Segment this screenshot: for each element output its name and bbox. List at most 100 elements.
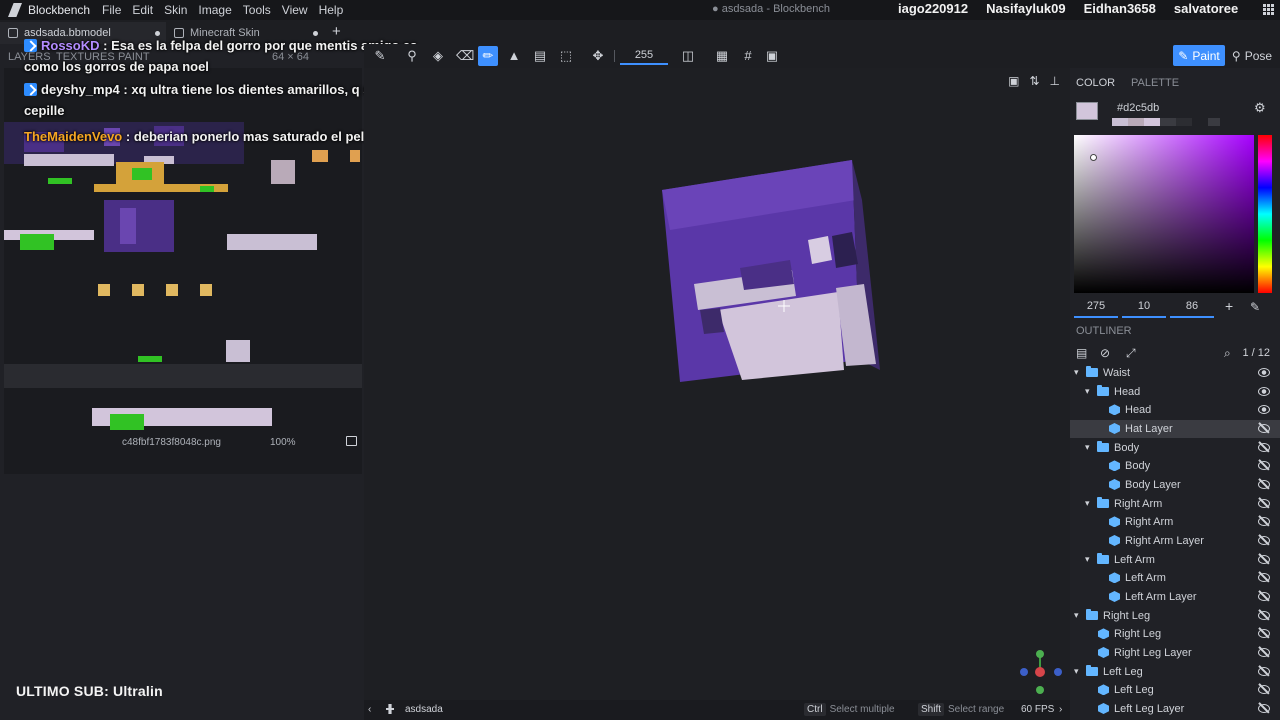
screenshot-icon[interactable]: ▣ — [1008, 74, 1019, 88]
gear-icon[interactable]: ⚙ — [1254, 100, 1266, 116]
fill-bucket-icon[interactable]: ◈ — [430, 48, 446, 64]
current-color-swatch[interactable] — [1076, 102, 1098, 120]
recent-color-swatch[interactable] — [1160, 118, 1176, 126]
brush-size-input[interactable]: 255 — [620, 47, 668, 65]
hue-input[interactable]: 275 — [1074, 300, 1118, 318]
z-neg-handle[interactable] — [1020, 668, 1028, 676]
outliner-group-row[interactable]: ▾ Left Leg — [1070, 663, 1280, 681]
eye-off-icon[interactable] — [1258, 666, 1270, 676]
outliner-cube-row[interactable]: Right Leg — [1070, 625, 1280, 643]
expand-chevron-icon[interactable]: › — [1059, 704, 1062, 715]
z-axis-handle[interactable] — [1054, 668, 1062, 676]
outliner-cube-row[interactable]: Right Arm Layer — [1070, 532, 1280, 550]
recent-color-swatch[interactable] — [1176, 118, 1192, 126]
eye-off-icon[interactable] — [1258, 704, 1270, 714]
hide-all-icon[interactable]: ⊘ — [1100, 346, 1110, 360]
outliner-cube-row[interactable]: Head — [1070, 401, 1280, 419]
shape-icon[interactable]: ▲ — [506, 48, 522, 64]
expand-caret-icon[interactable]: ▾ — [1074, 666, 1079, 677]
outliner-group-row[interactable]: ▾ Waist — [1070, 364, 1280, 382]
eye-off-icon[interactable] — [1258, 648, 1270, 658]
layout-icon[interactable]: ▣ — [764, 48, 780, 64]
eye-icon[interactable] — [1258, 405, 1270, 415]
apps-grid-icon[interactable] — [1263, 4, 1274, 15]
eye-off-icon[interactable] — [1258, 685, 1270, 695]
outliner-cube-row[interactable]: Left Arm — [1070, 569, 1280, 587]
eraser-icon[interactable]: ⌫ — [456, 48, 474, 64]
sort-icon[interactable]: ⇅ — [1029, 74, 1039, 88]
grid-icon[interactable]: # — [740, 48, 756, 64]
eye-off-icon[interactable] — [1258, 629, 1270, 639]
menu-skin[interactable]: Skin — [164, 3, 187, 17]
recent-color-swatch[interactable] — [1144, 118, 1160, 126]
menu-view[interactable]: View — [282, 3, 308, 17]
recent-color-swatch[interactable] — [1128, 118, 1144, 126]
outliner-cube-row[interactable]: Body Layer — [1070, 476, 1280, 494]
eye-off-icon[interactable] — [1258, 480, 1270, 490]
axis-gizmo[interactable] — [1018, 648, 1062, 698]
outliner-group-row[interactable]: ▾ Body — [1070, 439, 1280, 457]
saturation-value-picker[interactable] — [1074, 135, 1254, 293]
eye-off-icon[interactable] — [1258, 461, 1270, 471]
outliner-cube-row[interactable]: Body — [1070, 457, 1280, 475]
outliner-cube-row[interactable]: Left Arm Layer — [1070, 588, 1280, 606]
menu-file[interactable]: File — [102, 3, 121, 17]
selection-icon[interactable]: ⬚ — [558, 48, 574, 64]
y-axis-handle[interactable] — [1036, 650, 1044, 658]
eye-off-icon[interactable] — [1258, 517, 1270, 527]
value-input[interactable]: 86 — [1170, 300, 1214, 318]
color-hex-value[interactable]: #d2c5db — [1117, 102, 1159, 114]
search-icon[interactable]: ⌕ — [1224, 346, 1231, 361]
move-icon[interactable]: ✥ — [590, 48, 606, 64]
outliner-group-row[interactable]: ▾ Head — [1070, 383, 1280, 401]
recent-color-swatch[interactable] — [1208, 118, 1220, 126]
x-axis-handle[interactable] — [1035, 667, 1045, 677]
copy-icon[interactable] — [346, 436, 357, 446]
tab-palette[interactable]: PALETTE — [1131, 77, 1179, 89]
pencil-icon[interactable]: ✏ — [478, 46, 498, 66]
eye-icon[interactable] — [1258, 386, 1270, 396]
menu-tools[interactable]: Tools — [243, 3, 271, 17]
eye-off-icon[interactable] — [1258, 424, 1270, 433]
expand-caret-icon[interactable]: ▾ — [1085, 498, 1090, 509]
eye-icon[interactable] — [1258, 368, 1270, 377]
expand-caret-icon[interactable]: ▾ — [1085, 554, 1090, 565]
pixel-grid-icon[interactable]: ▦ — [714, 48, 730, 64]
expand-caret-icon[interactable]: ▾ — [1085, 386, 1090, 397]
eye-off-icon[interactable] — [1258, 554, 1270, 564]
menu-edit[interactable]: Edit — [132, 3, 153, 17]
outliner-group-row[interactable]: ▾ Left Arm — [1070, 551, 1280, 569]
eye-off-icon[interactable] — [1258, 536, 1270, 546]
head-model[interactable] — [660, 160, 884, 390]
brush-icon[interactable]: ✎ — [372, 48, 388, 64]
expand-caret-icon[interactable]: ▾ — [1074, 610, 1079, 621]
eyedropper-icon[interactable]: ✎ — [1250, 300, 1260, 314]
eye-off-icon[interactable] — [1258, 592, 1270, 602]
pose-mode-button[interactable]: ⚲ Pose — [1230, 45, 1274, 66]
picker-handle[interactable] — [1090, 154, 1097, 161]
stamp-icon[interactable]: ⚲ — [404, 48, 420, 64]
eye-off-icon[interactable] — [1258, 442, 1270, 452]
add-group-icon[interactable]: ▤ — [1076, 346, 1087, 360]
outliner-cube-row[interactable]: Right Arm — [1070, 513, 1280, 531]
saturation-input[interactable]: 10 — [1122, 300, 1166, 318]
tab-color[interactable]: COLOR — [1076, 77, 1115, 89]
recent-color-swatch[interactable] — [1112, 118, 1128, 126]
outliner-cube-row[interactable]: Left Leg Layer — [1070, 700, 1280, 718]
gradient-icon[interactable]: ▤ — [532, 48, 548, 64]
expand-icon[interactable]: ⤢ — [1126, 346, 1136, 361]
outliner-cube-row[interactable]: Left Leg — [1070, 681, 1280, 699]
y-neg-handle[interactable] — [1036, 686, 1044, 694]
outliner-group-row[interactable]: ▾ Right Arm — [1070, 495, 1280, 513]
collapse-chevron-icon[interactable]: ‹ — [368, 704, 371, 715]
eye-off-icon[interactable] — [1258, 573, 1270, 583]
add-color-icon[interactable]: + — [1225, 298, 1233, 314]
outliner-group-row[interactable]: ▾ Right Leg — [1070, 607, 1280, 625]
expand-caret-icon[interactable]: ▾ — [1074, 367, 1079, 378]
3d-viewport[interactable]: ▣ ⇅ ⊥ — [364, 68, 1070, 700]
outliner-cube-row[interactable]: Hat Layer — [1070, 420, 1280, 438]
eye-off-icon[interactable] — [1258, 610, 1270, 620]
recent-colors[interactable] — [1112, 118, 1236, 126]
menu-image[interactable]: Image — [198, 3, 231, 17]
hue-slider[interactable] — [1258, 135, 1272, 293]
